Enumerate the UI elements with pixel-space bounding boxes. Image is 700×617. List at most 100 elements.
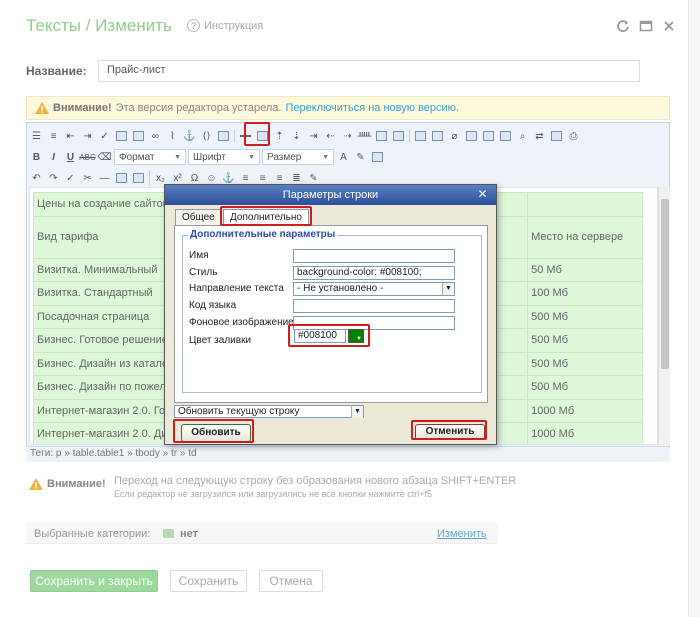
table-icon[interactable] <box>413 129 428 143</box>
cancel-button[interactable]: Отмена <box>259 570 323 592</box>
split-cell-icon[interactable] <box>374 129 389 143</box>
anchor-icon[interactable]: ⚓ <box>221 171 236 185</box>
refresh-icon[interactable] <box>616 19 630 33</box>
fullscreen-icon[interactable] <box>549 129 564 143</box>
insert-col-before-icon[interactable]: ⇠ <box>323 129 338 143</box>
search-icon[interactable]: ⌕ <box>515 129 530 143</box>
help-link[interactable]: ? Инструкция <box>187 19 263 32</box>
align-center-icon[interactable]: ≡ <box>255 171 270 185</box>
table-cell[interactable]: 1000 Мб <box>527 422 644 444</box>
delete-row-icon[interactable]: ⇥ <box>306 129 321 143</box>
cell-props-icon[interactable] <box>255 129 270 143</box>
table-cell[interactable]: 100 Мб <box>527 281 644 306</box>
save-button[interactable]: Сохранить <box>170 570 247 592</box>
format-select[interactable]: Формат ▼ <box>114 149 186 165</box>
cleanup-icon[interactable]: ⌀ <box>447 129 462 143</box>
id-field[interactable] <box>293 249 455 263</box>
redo-icon[interactable]: ↷ <box>46 171 61 185</box>
table-header-type[interactable]: Вид тарифа <box>32 215 177 259</box>
char-map-icon[interactable]: Ω <box>187 171 202 185</box>
strikethrough-icon[interactable]: ABC <box>79 150 95 164</box>
underline-icon[interactable]: U <box>63 150 78 164</box>
scrollbar-thumb[interactable] <box>661 199 669 369</box>
numbered-list-icon[interactable]: ≡ <box>46 129 61 143</box>
align-justify-icon[interactable]: ≣ <box>289 171 304 185</box>
text-color-icon[interactable]: A <box>336 150 351 164</box>
table-header-place[interactable]: Место на сервере <box>527 215 644 259</box>
subscript-icon[interactable]: x₂ <box>153 171 168 185</box>
table-cell[interactable]: 500 Мб <box>527 304 644 329</box>
unlink-icon[interactable]: ⌇ <box>165 129 180 143</box>
copy-icon[interactable] <box>114 171 129 185</box>
close-icon[interactable]: ✕ <box>475 188 490 202</box>
flash-icon[interactable] <box>131 129 146 143</box>
table-cell[interactable]: 1000 Мб <box>527 398 644 423</box>
outdent-icon[interactable]: ⇤ <box>63 129 78 143</box>
fill-color-field[interactable]: #008100 <box>294 329 346 343</box>
table-cell[interactable]: Интернет-магазин 2.0. Ди <box>32 422 177 444</box>
indent-icon[interactable]: ⇥ <box>80 129 95 143</box>
superscript-icon[interactable]: x² <box>170 171 185 185</box>
close-icon[interactable] <box>662 19 676 33</box>
spellcheck-icon[interactable]: ✓ <box>97 129 112 143</box>
switch-editor-link[interactable]: Переключиться на новую версию. <box>285 102 459 114</box>
editor-scrollbar[interactable] <box>658 187 670 445</box>
bg-image-field[interactable] <box>293 316 455 330</box>
italic-icon[interactable]: I <box>46 150 61 164</box>
bulleted-list-icon[interactable]: ☰ <box>29 129 44 143</box>
table-cell[interactable]: Визитка. Минимальный <box>32 257 177 282</box>
direction-select[interactable]: - Не установлено - ▼ <box>293 282 455 296</box>
media-icon[interactable] <box>481 129 496 143</box>
cut-icon[interactable]: ✂ <box>80 171 95 185</box>
highlight-icon[interactable]: ✎ <box>353 150 368 164</box>
table-cell[interactable]: Бизнес. Дизайн из каталог <box>32 351 177 376</box>
table-cell[interactable]: Интернет-магазин 2.0. Гот <box>32 398 177 423</box>
print-icon[interactable]: ⎙ <box>566 129 581 143</box>
tab-advanced[interactable]: Дополнительно <box>223 209 309 226</box>
change-categories-link[interactable]: Изменить <box>437 528 487 540</box>
save-and-close-button[interactable]: Сохранить и закрыть <box>30 570 158 592</box>
insert-block-icon[interactable] <box>370 150 385 164</box>
delete-col-icon[interactable]: ᚊ <box>357 129 372 143</box>
maximize-icon[interactable] <box>639 19 653 33</box>
table-cell[interactable]: 50 Мб <box>527 257 644 282</box>
color-picker-swatch[interactable]: ▼ <box>348 329 364 343</box>
table-props-icon[interactable] <box>430 129 445 143</box>
table-cell[interactable]: 500 Мб <box>527 375 644 400</box>
paste-icon[interactable]: ✓ <box>63 171 78 185</box>
style-field[interactable]: background-color: #008100; <box>293 266 455 280</box>
table-cell[interactable] <box>527 192 644 217</box>
insert-row-after-icon[interactable]: ⇣ <box>289 129 304 143</box>
image-icon[interactable] <box>114 129 129 143</box>
bg-color-icon[interactable]: ✎ <box>306 171 321 185</box>
bold-icon[interactable]: B <box>29 150 44 164</box>
page-scrollbar[interactable] <box>688 0 700 617</box>
layer-icon[interactable] <box>498 129 513 143</box>
table-cell[interactable]: 500 Мб <box>527 328 644 353</box>
paste-text-icon[interactable] <box>131 171 146 185</box>
table-cell[interactable]: Бизнес. Готовое решение <box>32 328 177 353</box>
insert-col-after-icon[interactable]: ⇢ <box>340 129 355 143</box>
dialog-cancel-button[interactable]: Отменить <box>415 424 485 440</box>
hr-icon[interactable]: — <box>97 171 112 185</box>
name-input[interactable]: Прайс-лист <box>98 60 640 82</box>
table-cell[interactable]: Визитка. Стандартный <box>32 281 177 306</box>
replace-icon[interactable]: ⇄ <box>532 129 547 143</box>
align-right-icon[interactable]: ≡ <box>272 171 287 185</box>
edit-cell-icon[interactable] <box>216 129 231 143</box>
html-icon[interactable]: ⟨⟩ <box>199 129 214 143</box>
lang-field[interactable] <box>293 299 455 313</box>
font-select[interactable]: Шрифт ▼ <box>188 149 260 165</box>
tab-general[interactable]: Общее <box>175 209 222 226</box>
emoticons-icon[interactable]: ☺ <box>204 171 219 185</box>
insert-row-before-icon[interactable]: ⇡ <box>272 129 287 143</box>
table-cell[interactable]: Бизнес. Дизайн по пожела <box>32 375 177 400</box>
row-props-icon[interactable] <box>238 129 253 143</box>
align-left-icon[interactable]: ≡ <box>238 171 253 185</box>
size-select[interactable]: Размер ▼ <box>262 149 334 165</box>
template-icon[interactable] <box>464 129 479 143</box>
eraser-icon[interactable]: ⌫ <box>97 150 112 164</box>
table-cell[interactable]: Посадочная страница <box>32 304 177 329</box>
update-button[interactable]: Обновить <box>181 424 251 442</box>
anchor-icon[interactable]: ⚓ <box>182 129 197 143</box>
